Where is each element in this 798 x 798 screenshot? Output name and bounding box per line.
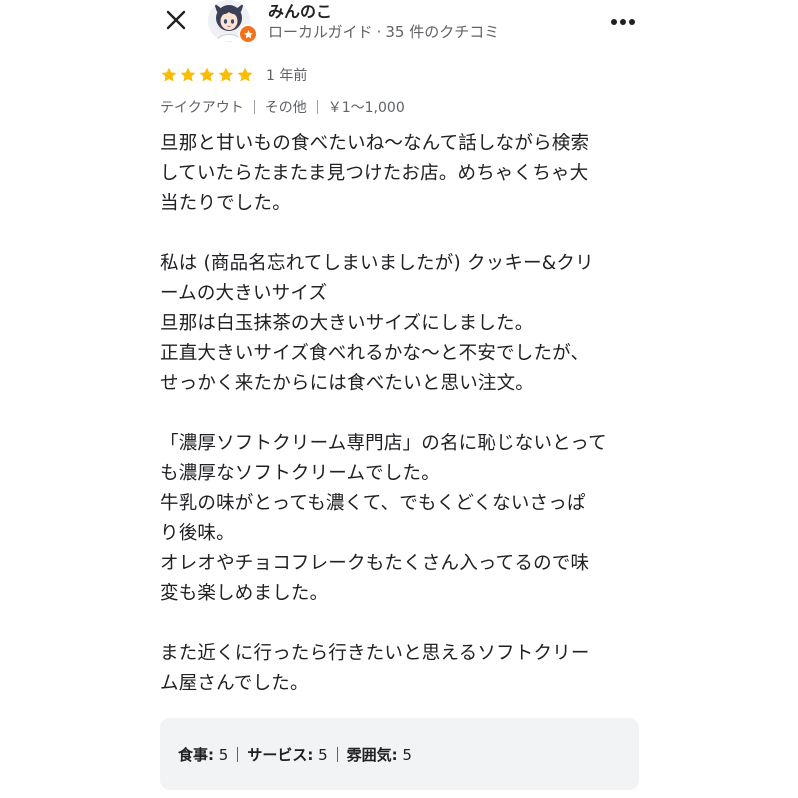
star-icon <box>217 66 235 84</box>
aspect-rating: 雰囲気: 5 <box>347 744 412 765</box>
review-tag: ￥1～1,000 <box>327 100 405 116</box>
rating-row: 1 年前 <box>160 64 307 86</box>
star-icon <box>198 66 216 84</box>
user-meta[interactable]: ローカルガイド · 35 件のクチコミ <box>268 21 499 42</box>
review-line: 当たりでした。 <box>160 193 291 214</box>
user-role: ローカルガイド <box>268 23 373 41</box>
aspect-value: 5 <box>214 745 229 764</box>
aspect-ratings: 食事: 5 サービス: 5 雰囲気: 5 <box>160 718 639 790</box>
review-tag: テイクアウト <box>160 100 244 116</box>
more-vert-icon <box>610 11 636 30</box>
review-line: していたらたまたま見つけたお店。めちゃくちゃ大 <box>160 163 589 184</box>
review-line: また近くに行ったら行きたいと思えるソフトクリー <box>160 643 590 664</box>
aspect-separator <box>237 746 239 762</box>
review-text: 旦那と甘いもの食べたいね〜なんて話しながら検索 していたらたまたま見つけたお店。め… <box>160 129 640 699</box>
review-line: せっかく来たからには食べたいと思い注文。 <box>160 373 535 394</box>
more-options-button[interactable] <box>606 8 640 32</box>
review-line: 旦那と甘いもの食べたいね〜なんて話しながら検索 <box>160 133 590 154</box>
review-line: 牛乳の味がとっても濃くて、でもくどくないさっぱ <box>160 493 586 514</box>
review-tag: その他 <box>264 100 307 116</box>
review-line <box>160 219 640 249</box>
aspect-label: 食事: <box>178 745 214 764</box>
user-name[interactable]: みんのこ <box>268 0 332 22</box>
aspect-label: サービス: <box>247 745 314 764</box>
star-icon <box>243 25 254 44</box>
avatar-container[interactable] <box>208 0 258 44</box>
review-tags: テイクアウト その他 ￥1～1,000 <box>160 96 405 118</box>
close-icon <box>165 9 187 35</box>
star-icon <box>236 66 254 84</box>
star-rating <box>160 66 254 84</box>
aspect-value: 5 <box>397 745 412 764</box>
review-count: 35 件のクチコミ <box>385 23 500 41</box>
close-button[interactable] <box>160 6 192 38</box>
aspect-label: 雰囲気: <box>346 745 398 764</box>
review-date: 1 年前 <box>266 68 308 84</box>
local-guide-badge <box>238 24 258 44</box>
review-line <box>160 399 640 429</box>
review-detail: みんのこ ローカルガイド · 35 件のクチコミ 1 年前 テイクアウト その他 ￥1～… <box>0 0 798 798</box>
review-line: 「濃厚ソフトクリーム専門店」の名に恥じないとって <box>160 433 607 454</box>
review-line: 旦那は白玉抹茶の大きいサイズにしました。 <box>160 313 534 334</box>
review-line: も濃厚なソフトクリームでした。 <box>160 463 440 484</box>
star-icon <box>160 66 178 84</box>
aspect-separator <box>336 746 338 762</box>
review-line: 私は (商品名忘れてしまいましたが) クッキー&クリ <box>160 253 594 274</box>
aspect-value: 5 <box>313 745 328 764</box>
review-line: ームの大きいサイズ <box>160 283 328 304</box>
review-line: 変も楽しめました。 <box>160 583 329 604</box>
star-icon <box>179 66 197 84</box>
review-line: ム屋さんでした。 <box>160 673 309 694</box>
aspect-rating: 食事: 5 <box>178 744 228 765</box>
aspect-rating: サービス: 5 <box>247 744 327 765</box>
tag-separator <box>316 100 318 114</box>
review-line <box>160 609 640 639</box>
meta-separator: · <box>376 23 382 41</box>
review-line: り後味。 <box>160 523 235 544</box>
review-line: オレオやチョコフレークもたくさん入ってるので味 <box>160 553 590 574</box>
tag-separator <box>253 100 255 114</box>
review-line: 正直大きいサイズ食べれるかな〜と不安でしたが、 <box>160 343 590 364</box>
